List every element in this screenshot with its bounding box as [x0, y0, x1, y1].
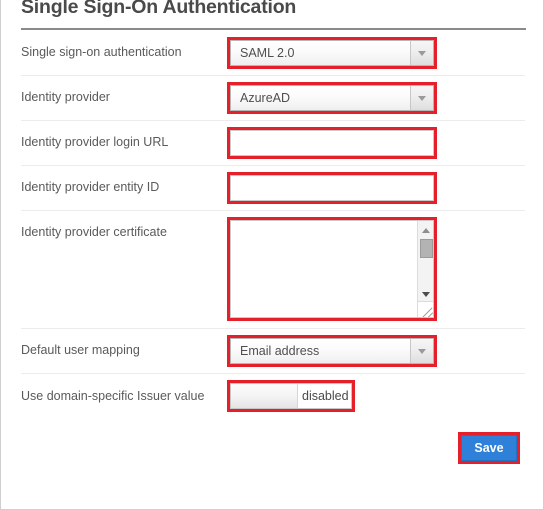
- highlight-box-sso-authentication: SAML 2.0: [227, 37, 437, 69]
- form-actions: Save: [1, 432, 543, 464]
- field-certificate: [227, 211, 437, 328]
- label-entity-id: Identity provider entity ID: [21, 180, 160, 195]
- login-url-input[interactable]: [230, 130, 434, 156]
- form-row-entity-id: Identity provider entity ID: [21, 166, 525, 211]
- select-default-user-mapping[interactable]: Email address: [230, 338, 434, 364]
- entity-id-input[interactable]: [230, 175, 434, 201]
- chevron-down-icon: [418, 348, 426, 354]
- label-certificate: Identity provider certificate: [21, 225, 167, 239]
- label-login-url: Identity provider login URL: [21, 135, 169, 150]
- highlight-box-domain-specific-issuer: disabled: [227, 380, 355, 412]
- select-value-identity-provider: AzureAD: [240, 91, 291, 105]
- form-row-identity-provider: Identity provider AzureAD: [21, 76, 525, 121]
- form-row-default-user-mapping: Default user mapping Email address: [21, 329, 525, 374]
- highlight-box-save: Save: [458, 432, 520, 464]
- scrollbar-thumb[interactable]: [420, 239, 433, 258]
- highlight-box-default-user-mapping: Email address: [227, 335, 437, 367]
- form-row-domain-specific-issuer: Use domain-specific Issuer value disable…: [21, 374, 525, 419]
- label-domain-specific-issuer: Use domain-specific Issuer value: [21, 388, 205, 403]
- form-row-login-url: Identity provider login URL: [21, 121, 525, 166]
- scroll-down-icon[interactable]: [418, 287, 433, 301]
- toggle-domain-specific-issuer[interactable]: disabled: [230, 383, 352, 409]
- toggle-knob[interactable]: [231, 384, 298, 408]
- scroll-up-icon[interactable]: [418, 223, 433, 237]
- select-identity-provider[interactable]: AzureAD: [230, 85, 434, 111]
- select-sso-authentication[interactable]: SAML 2.0: [230, 40, 434, 66]
- save-button[interactable]: Save: [461, 435, 517, 461]
- field-default-user-mapping: Email address: [227, 329, 437, 373]
- chevron-down-icon: [418, 50, 426, 56]
- field-login-url: [227, 121, 437, 165]
- page-title: Single Sign-On Authentication: [21, 0, 297, 18]
- field-entity-id: [227, 166, 437, 210]
- toggle-state-label: disabled: [302, 389, 349, 403]
- highlight-box-entity-id: [227, 172, 437, 204]
- sso-settings-form: Single sign-on authentication SAML 2.0 I…: [1, 31, 543, 419]
- select-toggle-sso-authentication[interactable]: [410, 41, 433, 65]
- sso-settings-panel: Single Sign-On Authentication Single sig…: [0, 0, 544, 510]
- highlight-box-certificate: [227, 217, 437, 321]
- highlight-box-login-url: [227, 127, 437, 159]
- resize-handle-icon[interactable]: [418, 301, 433, 317]
- select-value-default-user-mapping: Email address: [240, 344, 320, 358]
- select-toggle-identity-provider[interactable]: [410, 86, 433, 110]
- select-value-sso-authentication: SAML 2.0: [240, 46, 295, 60]
- select-toggle-default-user-mapping[interactable]: [410, 339, 433, 363]
- chevron-down-icon: [418, 95, 426, 101]
- certificate-textarea[interactable]: [230, 220, 434, 318]
- field-domain-specific-issuer: disabled: [227, 374, 355, 419]
- label-sso-authentication: Single sign-on authentication: [21, 45, 182, 60]
- label-default-user-mapping: Default user mapping: [21, 343, 140, 358]
- form-row-certificate: Identity provider certificate: [21, 211, 525, 329]
- certificate-textarea-content[interactable]: [231, 221, 417, 317]
- highlight-box-identity-provider: AzureAD: [227, 82, 437, 114]
- field-sso-authentication: SAML 2.0: [227, 31, 437, 75]
- form-row-sso-authentication: Single sign-on authentication SAML 2.0: [21, 31, 525, 76]
- title-divider: [21, 28, 526, 30]
- field-identity-provider: AzureAD: [227, 76, 437, 120]
- label-identity-provider: Identity provider: [21, 90, 110, 105]
